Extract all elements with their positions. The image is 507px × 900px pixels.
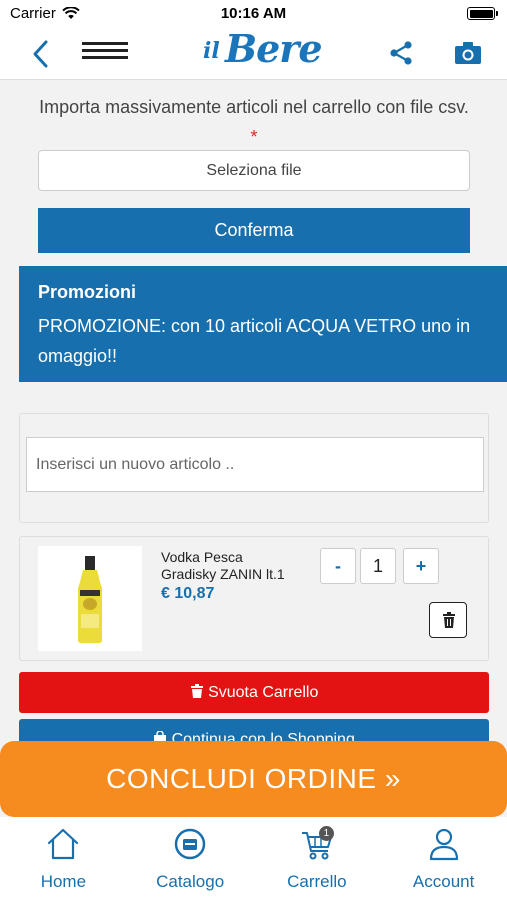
trash-icon — [443, 612, 455, 628]
new-item-panel: Inserisci un nuovo articolo .. — [19, 413, 489, 523]
share-icon[interactable] — [388, 40, 414, 66]
account-icon — [429, 828, 458, 861]
tab-account[interactable]: Account — [380, 817, 507, 900]
catalog-icon — [174, 828, 206, 860]
cart-badge: 1 — [318, 826, 334, 841]
nav-bar: il Bere — [0, 26, 507, 80]
home-icon — [48, 828, 79, 860]
quantity-value[interactable]: 1 — [360, 548, 396, 584]
select-file-button[interactable]: Seleziona file — [38, 150, 470, 191]
logo-il-text: il — [203, 38, 220, 64]
app-logo: il Bere — [203, 26, 322, 80]
confirm-button[interactable]: Conferma — [38, 208, 470, 253]
checkout-button[interactable]: CONCLUDI ORDINE » — [0, 741, 507, 817]
empty-cart-label: Svuota Carrello — [208, 684, 319, 701]
product-image — [38, 546, 142, 651]
delete-item-button[interactable] — [429, 602, 467, 638]
quantity-decrease-button[interactable]: - — [320, 548, 356, 584]
required-mark: * — [250, 127, 258, 147]
tab-catalogo[interactable]: Catalogo — [127, 817, 254, 900]
cart-item: Vodka Pesca Gradisky ZANIN lt.1 € 10,87 … — [19, 536, 489, 661]
tab-home[interactable]: Home — [0, 817, 127, 900]
product-price: € 10,87 — [161, 585, 215, 602]
tab-catalogo-label: Catalogo — [156, 872, 225, 891]
tab-home-label: Home — [40, 872, 87, 891]
product-name: Vodka Pesca Gradisky ZANIN lt.1 — [161, 549, 285, 582]
trash-icon — [190, 684, 203, 698]
tab-carrello[interactable]: 1 Carrello — [254, 817, 381, 900]
csv-import-text: Importa massivamente articoli nel carrel… — [39, 97, 469, 117]
tab-carrello-label: Carrello — [287, 872, 347, 891]
tab-account-label: Account — [412, 872, 475, 891]
camera-icon[interactable] — [454, 40, 482, 66]
status-bar: Carrier 10:16 AM — [0, 0, 507, 28]
hamburger-menu-icon[interactable] — [82, 42, 128, 62]
promotions-panel: Promozioni PROMOZIONE: con 10 articoli A… — [19, 266, 507, 382]
bottle-icon — [78, 556, 102, 643]
battery-icon — [467, 7, 498, 20]
quantity-increase-button[interactable]: + — [403, 548, 439, 584]
new-item-input[interactable]: Inserisci un nuovo articolo .. — [26, 437, 484, 492]
logo-bere-text: Bere — [225, 26, 322, 71]
tab-bar: Home Catalogo 1 Carrello Account — [0, 817, 507, 900]
empty-cart-button[interactable]: Svuota Carrello — [19, 672, 489, 713]
promotions-title: Promozioni — [38, 282, 136, 302]
back-icon[interactable] — [28, 38, 54, 70]
status-time: 10:16 AM — [220, 5, 287, 22]
csv-import-label: Importa massivamente articoli nel carrel… — [38, 92, 470, 152]
promotions-text: PROMOZIONE: con 10 articoli ACQUA VETRO … — [38, 316, 471, 366]
